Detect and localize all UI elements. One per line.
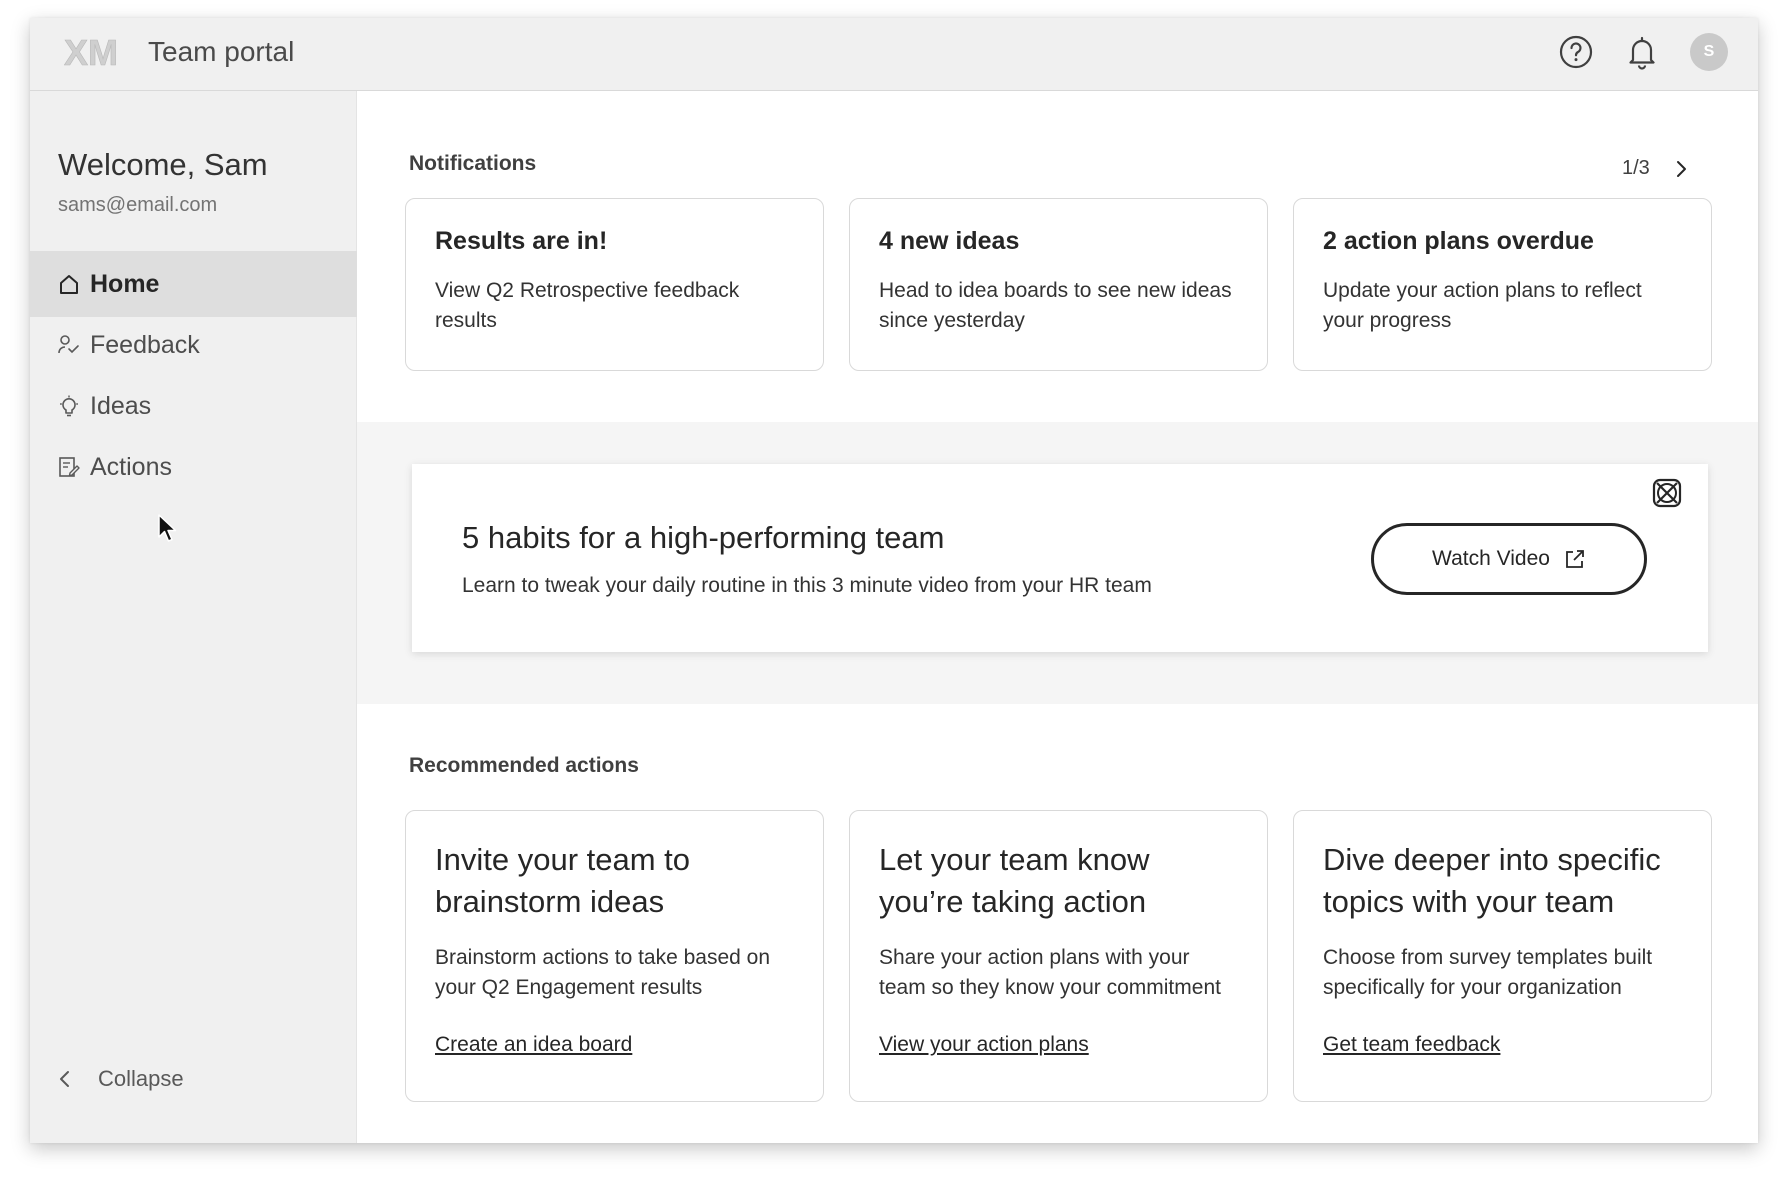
sidebar: Welcome, Sam sams@email.com Home Feedbac… (30, 91, 357, 1143)
sidebar-item-label: Ideas (90, 391, 152, 420)
sidebar-item-ideas[interactable]: Ideas (30, 373, 357, 439)
actions-icon (59, 457, 80, 477)
recommendation-body: Share your action plans with your team s… (879, 946, 1221, 999)
external-link-icon (1566, 550, 1584, 568)
svg-text:XM: XM (64, 34, 118, 70)
xm-logo[interactable]: XM (64, 34, 124, 70)
sidebar-item-actions[interactable]: Actions (30, 434, 357, 500)
notification-title: 2 action plans overdue (1323, 227, 1594, 255)
notification-title: 4 new ideas (879, 227, 1020, 255)
sidebar-item-feedback[interactable]: Feedback (30, 312, 357, 378)
feedback-icon (58, 335, 79, 354)
chevron-left-icon (60, 1071, 69, 1087)
recommendation-body: Brainstorm actions to take based on your… (435, 946, 771, 999)
notifications-title: Notifications (409, 152, 537, 175)
recommendation-card: Dive deeper into specific topics with yo… (1293, 810, 1712, 1102)
notification-title: Results are in! (435, 227, 608, 255)
promo-title: 5 habits for a high-performing team (462, 520, 945, 555)
recommendation-card: Invite your team to brainstorm ideas Bra… (405, 810, 824, 1102)
watch-video-button[interactable]: Watch Video (1371, 523, 1647, 595)
close-icon[interactable] (1652, 478, 1682, 508)
recommendation-title: Invite your team to brainstorm ideas (435, 842, 691, 919)
collapse-label: Collapse (98, 1066, 184, 1091)
get-team-feedback-link[interactable]: Get team feedback (1323, 1033, 1500, 1056)
promo-section: 5 habits for a high-performing team Lear… (357, 422, 1758, 704)
promo-card: 5 habits for a high-performing team Lear… (412, 464, 1708, 652)
notification-body: Update your action plans to reflect your… (1323, 279, 1642, 332)
create-idea-board-link[interactable]: Create an idea board (435, 1033, 632, 1056)
mouse-cursor-icon (158, 514, 177, 542)
sidebar-item-home[interactable]: Home (30, 251, 357, 317)
app-title: Team portal (148, 36, 295, 67)
recommendation-title: Let your team know you’re taking action (879, 842, 1150, 919)
help-circle-icon[interactable] (1558, 34, 1594, 70)
bell-icon[interactable] (1624, 34, 1660, 70)
watch-video-label: Watch Video (1432, 547, 1550, 570)
welcome-heading: Welcome, Sam (58, 147, 268, 182)
top-bar: XM Team portal S (30, 18, 1758, 91)
recommendation-body: Choose from survey templates built speci… (1323, 946, 1653, 999)
notification-body: View Q2 Retrospective feedback results (435, 279, 740, 332)
promo-subtitle: Learn to tweak your daily routine in thi… (462, 574, 1152, 597)
sidebar-item-label: Feedback (90, 330, 200, 359)
sidebar-item-label: Actions (90, 452, 172, 481)
sidebar-item-label: Home (90, 269, 160, 298)
user-email: sams@email.com (58, 194, 218, 216)
collapse-button[interactable]: Collapse (58, 1066, 184, 1092)
home-icon (60, 275, 78, 294)
notifications-pager[interactable]: 1/3 (1622, 157, 1688, 180)
avatar[interactable]: S (1690, 33, 1728, 71)
lightbulb-icon (60, 395, 78, 417)
notification-card[interactable]: 4 new ideas Head to idea boards to see n… (849, 198, 1268, 371)
notification-card[interactable]: Results are in! View Q2 Retrospective fe… (405, 198, 824, 371)
recommendation-title: Dive deeper into specific topics with yo… (1323, 842, 1661, 919)
app-window: XM Team portal S Welcome, Sam sams@email… (30, 18, 1758, 1143)
main-content: Notifications 1/3 Results are in! View Q… (357, 91, 1758, 1143)
notification-card[interactable]: 2 action plans overdue Update your actio… (1293, 198, 1712, 371)
chevron-right-icon[interactable] (1674, 159, 1688, 179)
view-action-plans-link[interactable]: View your action plans (879, 1033, 1089, 1056)
recommendation-card: Let your team know you’re taking action … (849, 810, 1268, 1102)
pager-count: 1/3 (1622, 157, 1650, 179)
recommended-actions-title: Recommended actions (409, 754, 639, 777)
notification-body: Head to idea boards to see new ideas sin… (879, 279, 1232, 332)
